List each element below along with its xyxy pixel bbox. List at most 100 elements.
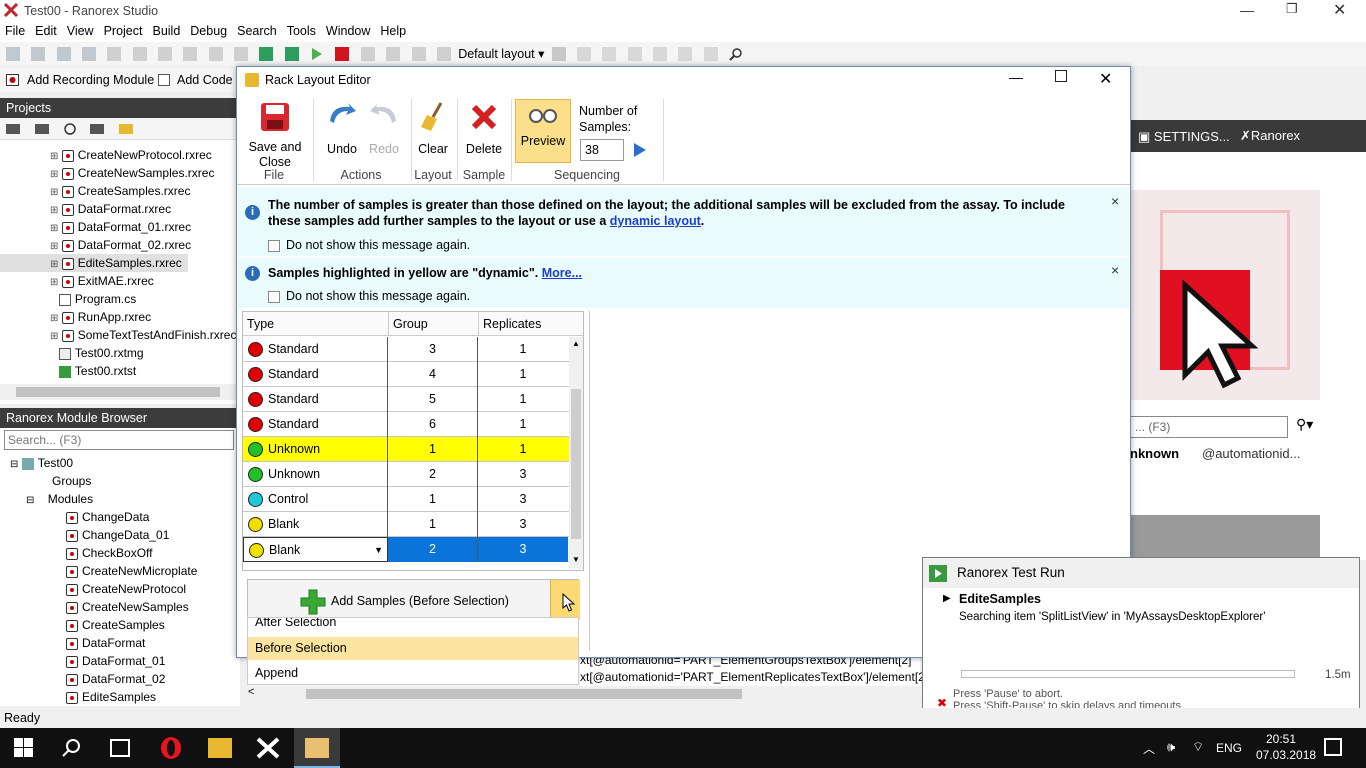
redo-icon[interactable]	[234, 47, 249, 61]
copy-icon[interactable]	[132, 47, 147, 61]
module-item[interactable]: DataFormat_02	[10, 670, 236, 688]
volume-icon[interactable]: 🕪	[1167, 739, 1175, 755]
type-cell[interactable]: Blank	[243, 512, 388, 537]
group-cell[interactable]: 6	[388, 412, 478, 437]
close-button[interactable]: ✕	[1333, 0, 1353, 19]
module-item[interactable]: DataFormat	[10, 634, 236, 652]
search-icon[interactable]	[62, 738, 82, 758]
module-item[interactable]: CreateNewProtocol	[10, 580, 236, 598]
group-cell[interactable]: 1	[388, 512, 478, 537]
module-item[interactable]: CreateNewSamples	[10, 598, 236, 616]
flag-clear-icon[interactable]	[703, 47, 718, 61]
undo-button[interactable]: Undo	[321, 101, 363, 156]
header-type[interactable]: Type	[247, 317, 274, 331]
type-cell[interactable]: Standard	[243, 387, 388, 412]
type-cell[interactable]: Unknown	[243, 437, 388, 462]
replicates-cell[interactable]: 1	[478, 437, 568, 462]
ranorex-task-icon[interactable]	[256, 737, 280, 759]
module-item[interactable]: ChangeData_01	[10, 526, 236, 544]
project-file-item[interactable]: ⊞ CreateSamples.rxrec	[0, 182, 236, 200]
step-icon[interactable]	[386, 47, 401, 61]
paste-icon[interactable]	[158, 47, 173, 61]
module-search-input[interactable]	[4, 430, 234, 450]
module-item[interactable]: ChangeData	[10, 508, 236, 526]
add-samples-split-button[interactable]: Add Samples (Before Selection)	[247, 579, 580, 621]
add-code-button[interactable]: Add Code	[177, 73, 233, 87]
task-view-icon[interactable]	[110, 739, 130, 757]
type-cell[interactable]: Blank ▼	[243, 537, 388, 562]
pause-icon[interactable]	[360, 47, 375, 61]
tree-groups[interactable]: Groups	[10, 472, 236, 490]
option-before-selection[interactable]: Before Selection	[248, 637, 578, 660]
projects-hscroll[interactable]	[0, 384, 236, 400]
grid-row[interactable]: Standard 4 1	[243, 362, 569, 387]
refresh-icon[interactable]	[63, 122, 77, 136]
file-explorer-icon[interactable]	[208, 738, 232, 758]
minimize-button[interactable]: —	[1240, 2, 1260, 20]
redo-button[interactable]: Redo	[363, 101, 405, 156]
replicates-cell[interactable]: 1	[478, 412, 568, 437]
dont-show-checkbox-2[interactable]: Do not show this message again.	[268, 289, 470, 303]
windows-start-icon[interactable]	[14, 738, 34, 758]
step-in-icon[interactable]	[411, 47, 426, 61]
folder-view-icon[interactable]	[35, 124, 50, 134]
add-recording-button[interactable]: Add Recording Module	[27, 73, 154, 87]
grid-row[interactable]: Blank ▼ 2 3	[243, 537, 569, 562]
module-item[interactable]: CreateNewMicroplate	[10, 562, 236, 580]
language-indicator[interactable]: ENG	[1216, 741, 1242, 755]
menu-view[interactable]: View	[62, 22, 99, 40]
menu-window[interactable]: Window	[321, 22, 375, 40]
menu-file[interactable]: File	[0, 22, 30, 40]
menu-project[interactable]: Project	[99, 22, 148, 40]
preview-search-input[interactable]: ... (F3)	[1130, 416, 1288, 438]
project-file-item[interactable]: ⊞ SomeTextTestAndFinish.rxrec	[0, 326, 236, 344]
project-file-item[interactable]: ⊞ CreateNewSamples.rxrec	[0, 164, 236, 182]
clock-date[interactable]: 07.03.2018	[1256, 748, 1316, 762]
clock-time[interactable]: 20:51	[1266, 732, 1296, 746]
type-cell[interactable]: Standard	[243, 337, 388, 362]
undo-icon[interactable]	[208, 47, 223, 61]
grid-row[interactable]: Control 1 3	[243, 487, 569, 512]
replicates-cell[interactable]: 3	[478, 462, 568, 487]
menu-debug[interactable]: Debug	[185, 22, 232, 40]
module-item[interactable]: DataFormat_01	[10, 652, 236, 670]
module-item[interactable]: CreateSamples	[10, 616, 236, 634]
type-cell[interactable]: Control	[243, 487, 388, 512]
menu-build[interactable]: Build	[147, 22, 185, 40]
collapse-icon[interactable]	[90, 124, 105, 134]
project-file-item[interactable]: ⊞ DataFormat.rxrec	[0, 200, 236, 218]
option-after-selection[interactable]: After Selection	[255, 618, 336, 629]
dialog-close-button[interactable]: ✕	[1099, 69, 1112, 89]
menu-edit[interactable]: Edit	[30, 22, 62, 40]
dock-icon[interactable]	[602, 47, 617, 61]
preview-search-icon[interactable]: ⚲▾	[1296, 416, 1313, 433]
grid-row[interactable]: Standard 3 1	[243, 337, 569, 362]
project-file-item[interactable]: ⊞ DataFormat_01.rxrec	[0, 218, 236, 236]
project-file-item[interactable]: ⊞ RunApp.rxrec	[0, 308, 236, 326]
panel-icon[interactable]	[577, 47, 592, 61]
replicates-cell[interactable]: 3	[478, 487, 568, 512]
project-file-item[interactable]: ⊞ DataFormat_02.rxrec	[0, 236, 236, 254]
new-icon[interactable]	[6, 47, 20, 61]
save-all-icon[interactable]	[82, 47, 97, 61]
cut-icon[interactable]	[107, 47, 122, 61]
replicates-cell[interactable]: 3	[478, 512, 568, 537]
header-replicates[interactable]: Replicates	[483, 317, 541, 331]
notifications-icon[interactable]	[1324, 738, 1342, 756]
flag-icon[interactable]	[627, 47, 642, 61]
tree-root[interactable]: ⊟ Test00	[10, 454, 236, 472]
output-hscroll[interactable]: <	[244, 686, 920, 702]
replicates-cell[interactable]: 1	[478, 387, 568, 412]
group-cell[interactable]: 2	[388, 537, 478, 562]
grid-row[interactable]: Blank 1 3	[243, 512, 569, 537]
open-folder-icon[interactable]	[119, 124, 134, 134]
group-cell[interactable]: 1	[388, 487, 478, 512]
add-samples-label[interactable]: Add Samples (Before Selection)	[331, 594, 509, 608]
type-cell[interactable]: Standard	[243, 412, 388, 437]
network-icon[interactable]: ⌔	[1192, 739, 1204, 755]
menu-help[interactable]: Help	[375, 22, 411, 40]
dialog-maximize-button[interactable]	[1055, 70, 1067, 82]
project-file-item[interactable]: ⊞ EditeSamples.rxrec	[0, 254, 188, 272]
opera-icon[interactable]	[160, 736, 182, 760]
project-file-item[interactable]: ⊞ ExitMAE.rxrec	[0, 272, 236, 290]
